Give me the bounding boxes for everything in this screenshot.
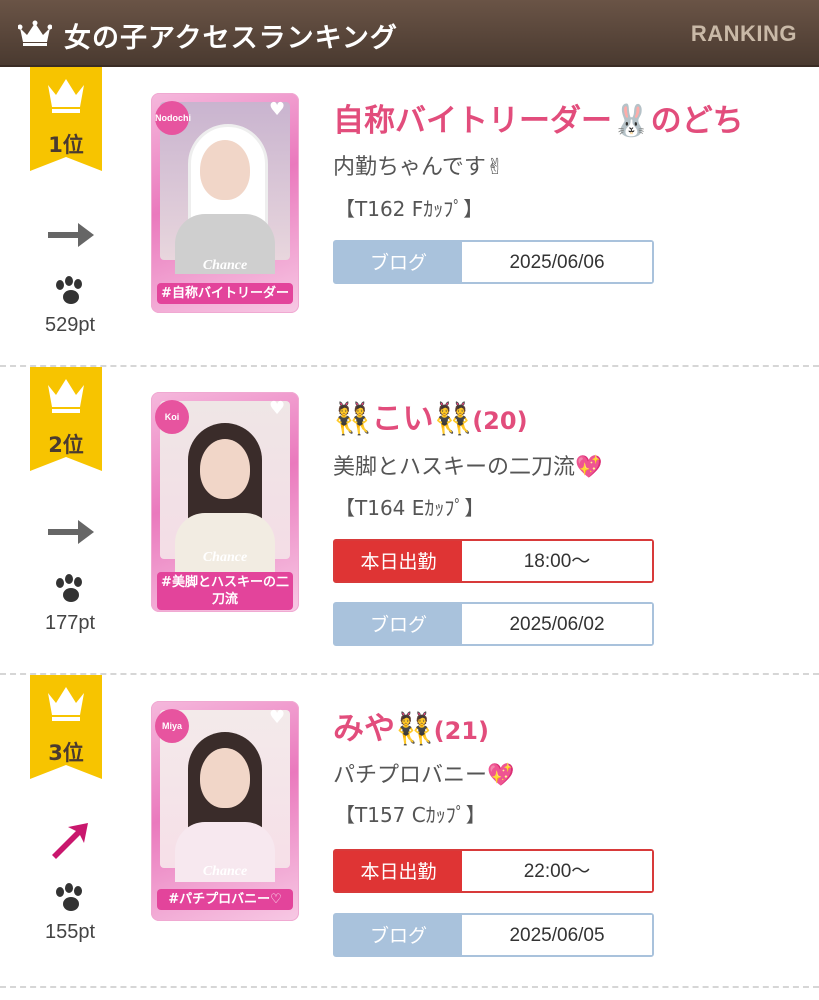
photo-name-tag: Miya	[155, 709, 189, 743]
girl-name[interactable]: 自称バイトリーダー🐰のどち	[333, 95, 744, 140]
heart-icon: ♥	[269, 707, 286, 728]
blog-button[interactable]: ブログ 2025/06/06	[333, 240, 654, 284]
ranking-title: 女の子アクセスランキング	[64, 23, 398, 54]
ranking-subtitle: RANKING	[690, 21, 797, 46]
catch-copy: 内勤ちゃんです✌	[333, 155, 505, 180]
photo-brand: Chance	[202, 550, 248, 565]
rank-label: 2位	[48, 433, 84, 457]
rank-ribbon: 1位	[30, 67, 102, 171]
rank-ribbon: 2位	[30, 367, 102, 471]
name-text: みや👯	[333, 711, 434, 747]
blog-date: 2025/06/05	[462, 915, 652, 955]
rank-ribbon: 3位	[30, 675, 102, 779]
photo-tagline: #パチプロバニー♡	[157, 889, 293, 910]
photo-name-tag: Nodochi	[155, 101, 191, 135]
work-time: 22:00〜	[462, 851, 652, 891]
right-arrow-icon	[48, 223, 94, 247]
catch-copy: パチプロバニー💖	[333, 763, 515, 788]
work-today-button[interactable]: 本日出勤 18:00〜	[333, 539, 654, 583]
paw-icon	[56, 276, 82, 304]
profile-photo[interactable]: Nodochi ♥ Chance #自称バイトリーダー	[151, 93, 299, 313]
age-text: (20)	[472, 407, 528, 435]
blog-button[interactable]: ブログ 2025/06/05	[333, 913, 654, 957]
photo-tagline: #自称バイトリーダー	[157, 283, 293, 304]
points: 155pt	[44, 921, 96, 943]
photo-brand: Chance	[202, 258, 248, 273]
paw-icon	[56, 574, 82, 602]
blog-label: ブログ	[335, 242, 462, 282]
photo-tagline: #美脚とハスキーの二刀流	[157, 572, 293, 610]
blog-date: 2025/06/02	[462, 604, 652, 644]
ranking-entry-1[interactable]: 1位 529pt Nodochi ♥ Chance #自称バイトリーダー 自称バ…	[0, 67, 819, 367]
rank-label: 3位	[48, 741, 84, 765]
ranking-header: 女の子アクセスランキング RANKING	[0, 0, 819, 67]
heart-icon: ♥	[269, 99, 286, 120]
ranking-entry-3[interactable]: 3位 155pt Miya ♥ Chance #パチプロバニー♡ みや👯(21)…	[0, 675, 819, 1000]
photo-name-tag: Koi	[155, 400, 189, 434]
size-spec: 【T162 Fｶｯﾌﾟ】	[335, 197, 484, 221]
right-arrow-icon	[48, 520, 94, 544]
rank-label: 1位	[48, 133, 84, 157]
girl-name[interactable]: みや👯(21)	[333, 703, 489, 748]
blog-label: ブログ	[335, 604, 462, 644]
girl-name[interactable]: 👯こい👯(20)	[333, 393, 528, 438]
name-text: 自称バイトリーダー🐰のどち	[333, 103, 744, 139]
blog-date: 2025/06/06	[462, 242, 652, 282]
catch-copy: 美脚とハスキーの二刀流💖	[333, 455, 603, 480]
points: 529pt	[44, 314, 96, 336]
up-right-arrow-icon	[52, 823, 88, 859]
work-label: 本日出勤	[335, 851, 462, 891]
age-text: (21)	[433, 717, 489, 745]
work-label: 本日出勤	[335, 541, 462, 581]
points: 177pt	[44, 612, 96, 634]
entry-divider	[0, 986, 819, 988]
work-today-button[interactable]: 本日出勤 22:00〜	[333, 849, 654, 893]
blog-label: ブログ	[335, 915, 462, 955]
ranking-entry-2[interactable]: 2位 177pt Koi ♥ Chance #美脚とハスキーの二刀流 👯こい👯(…	[0, 367, 819, 675]
profile-photo[interactable]: Miya ♥ Chance #パチプロバニー♡	[151, 701, 299, 921]
paw-icon	[56, 883, 82, 911]
photo-brand: Chance	[202, 864, 248, 879]
heart-icon: ♥	[269, 398, 286, 419]
blog-button[interactable]: ブログ 2025/06/02	[333, 602, 654, 646]
name-text: 👯こい👯	[333, 401, 473, 437]
crown-icon	[18, 20, 52, 46]
profile-photo[interactable]: Koi ♥ Chance #美脚とハスキーの二刀流	[151, 392, 299, 612]
size-spec: 【T164 Eｶｯﾌﾟ】	[335, 496, 485, 520]
work-time: 18:00〜	[462, 541, 652, 581]
size-spec: 【T157 Cｶｯﾌﾟ】	[335, 803, 486, 827]
